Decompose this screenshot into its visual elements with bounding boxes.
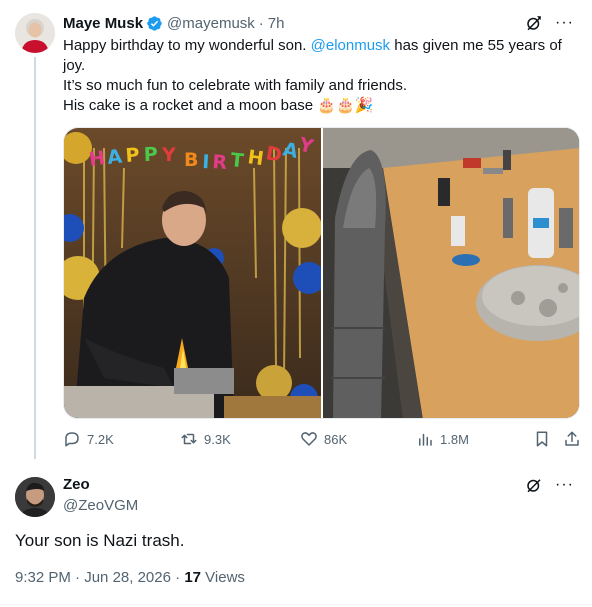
like-count: 86K <box>324 431 348 447</box>
divider <box>0 604 592 605</box>
reply-action[interactable]: 7.2K <box>63 430 114 448</box>
original-tweet: Maye Musk @mayemusk · 7h ··· Happy birth… <box>0 0 592 462</box>
zeo-avatar[interactable] <box>15 477 55 517</box>
thread-connector-line <box>34 57 36 459</box>
more-icon[interactable]: ··· <box>555 14 574 32</box>
svg-text:R: R <box>212 151 228 174</box>
views-chart-icon <box>419 433 432 446</box>
retweet-count: 9.3K <box>204 431 231 447</box>
reply-text: Your son is Nazi trash. <box>15 531 185 550</box>
reply-time[interactable]: 9:32 PM <box>15 569 71 586</box>
svg-text:H: H <box>88 147 107 171</box>
svg-text:P: P <box>143 144 158 166</box>
birthday-photo[interactable]: H A P P Y B I R T H D A Y <box>64 128 321 418</box>
bookmark-icon <box>536 431 548 447</box>
reply-views-label: Views <box>205 569 245 586</box>
tweet-time[interactable]: 7h <box>268 15 285 32</box>
reply-date[interactable]: Jun 28, 2026 <box>84 569 171 586</box>
author-handle[interactable]: @mayemusk <box>167 15 255 32</box>
rocket-moonbase-cake-photo[interactable] <box>323 128 579 418</box>
tweet-text: Happy birthday to my wonderful son. @elo… <box>63 36 578 116</box>
views-action[interactable]: 1.8M <box>416 430 469 448</box>
separator-dot: · <box>175 569 185 586</box>
more-icon[interactable]: ··· <box>555 476 574 494</box>
separator-dot: · <box>75 569 85 586</box>
verified-badge-icon <box>146 15 163 32</box>
tweet-top-actions: ··· <box>525 14 574 32</box>
tweet-media[interactable]: H A P P Y B I R T H D A Y <box>63 127 580 419</box>
tweet-actions-bar: 7.2K 9.3K 86K 1.8M <box>63 430 583 452</box>
svg-text:I: I <box>202 151 210 173</box>
like-action[interactable]: 86K <box>300 430 347 448</box>
grok-icon[interactable] <box>525 14 543 32</box>
tweet-text-part: His cake is a rocket and a moon base <box>63 97 314 114</box>
retweet-icon <box>181 433 197 445</box>
reply-meta: 9:32 PM · Jun 28, 2026 · 17 Views <box>15 568 245 588</box>
reply-author-handle[interactable]: @ZeoVGM <box>63 496 138 516</box>
svg-text:A: A <box>106 146 123 169</box>
author-display-name[interactable]: Maye Musk <box>63 15 143 32</box>
emoji-group: 🎂🎂🎉 <box>317 97 374 114</box>
tweet-text-line3: His cake is a rocket and a moon base 🎂🎂🎉 <box>63 96 578 116</box>
separator-dot: · <box>258 14 264 32</box>
reply-author-name[interactable]: Zeo <box>63 476 138 494</box>
views-count: 1.8M <box>440 431 469 447</box>
maye-musk-avatar[interactable] <box>15 13 55 53</box>
tweet-text-line1: Happy birthday to my wonderful son. @elo… <box>63 36 578 76</box>
reply-count: 7.2K <box>87 431 114 447</box>
tweet-header: Maye Musk @mayemusk · 7h <box>63 12 284 34</box>
tweet-text-part: Happy birthday to my wonderful son. <box>63 37 311 54</box>
share-action[interactable] <box>563 430 581 448</box>
svg-text:B: B <box>184 149 198 171</box>
reply-views-count: 17 <box>184 569 201 586</box>
svg-text:P: P <box>125 144 141 167</box>
reply-icon <box>65 432 79 447</box>
heart-icon <box>301 432 317 446</box>
reply-header: Zeo @ZeoVGM <box>63 476 138 516</box>
svg-text:T: T <box>229 149 244 172</box>
bookmark-action[interactable] <box>533 430 551 448</box>
reply-top-actions: ··· <box>525 476 574 494</box>
mention-link[interactable]: @elonmusk <box>311 37 390 54</box>
grok-icon[interactable] <box>525 476 543 494</box>
svg-text:Y: Y <box>161 144 176 166</box>
share-icon <box>565 431 579 446</box>
tweet-text-line2: It’s so much fun to celebrate with famil… <box>63 77 408 94</box>
retweet-action[interactable]: 9.3K <box>180 430 231 448</box>
svg-text:H: H <box>246 146 265 170</box>
